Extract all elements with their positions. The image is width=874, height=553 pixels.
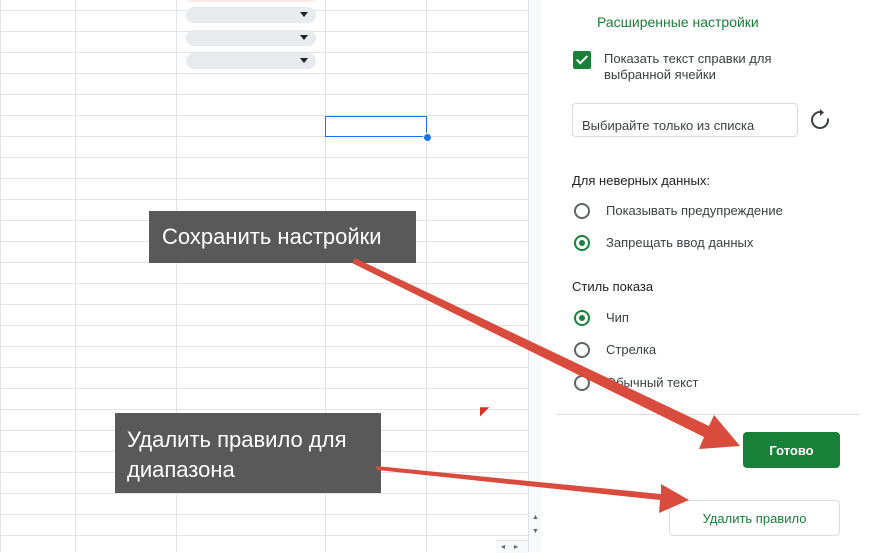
display-style-label: Стиль показа xyxy=(572,279,654,294)
radio-reject-input[interactable] xyxy=(574,235,590,251)
radio-label-reject-input: Запрещать ввод данных xyxy=(606,235,754,250)
radio-label-chip: Чип xyxy=(606,310,629,325)
invalid-data-label: Для неверных данных: xyxy=(572,173,710,188)
dropdown-chip[interactable] xyxy=(186,0,316,2)
data-validation-panel: Расширенные настройки Показать текст спр… xyxy=(542,0,874,552)
panel-divider xyxy=(556,414,860,415)
chevron-down-icon xyxy=(300,12,308,17)
chevron-down-icon xyxy=(300,35,308,40)
radio-label-plain-text: Обычный текст xyxy=(606,375,699,390)
cell-error-marker: ◤ xyxy=(480,404,490,418)
refresh-icon[interactable] xyxy=(808,108,832,132)
radio-label-show-warning: Показывать предупреждение xyxy=(606,203,783,218)
dropdown-chip[interactable] xyxy=(186,53,316,69)
vertical-scrollbar[interactable]: ▲ ▼ xyxy=(528,0,542,552)
chevron-down-icon xyxy=(300,58,308,63)
done-button[interactable]: Готово xyxy=(743,432,840,468)
column-divider xyxy=(75,0,76,552)
advanced-settings-title[interactable]: Расширенные настройки xyxy=(597,14,759,30)
delete-rule-button[interactable]: Удалить правило xyxy=(669,500,840,536)
show-help-checkbox[interactable] xyxy=(573,51,591,69)
scroll-up-icon[interactable]: ▲ xyxy=(532,514,539,521)
help-text-input[interactable] xyxy=(572,103,798,137)
radio-chip[interactable] xyxy=(574,310,590,326)
radio-plain-text[interactable] xyxy=(574,375,590,391)
scroll-left-icon[interactable]: ◂ xyxy=(501,542,505,551)
radio-label-arrow: Стрелка xyxy=(606,342,657,357)
scroll-down-icon[interactable]: ▼ xyxy=(532,528,539,535)
delete-rule-callout: Удалить правило для диапазона xyxy=(115,413,381,493)
column-divider xyxy=(426,0,427,552)
save-settings-callout: Сохранить настройки xyxy=(149,211,416,263)
fill-handle[interactable] xyxy=(423,133,432,142)
scroll-right-icon[interactable]: ▸ xyxy=(514,542,518,551)
dropdown-chip[interactable] xyxy=(186,7,316,23)
selected-cell[interactable] xyxy=(325,116,427,137)
radio-arrow[interactable] xyxy=(574,342,590,358)
horizontal-scrollbar[interactable]: ◂ ▸ xyxy=(496,540,528,553)
dropdown-chip[interactable] xyxy=(186,30,316,46)
radio-show-warning[interactable] xyxy=(574,203,590,219)
show-help-label: Показать текст справки для выбранной яче… xyxy=(604,51,772,82)
